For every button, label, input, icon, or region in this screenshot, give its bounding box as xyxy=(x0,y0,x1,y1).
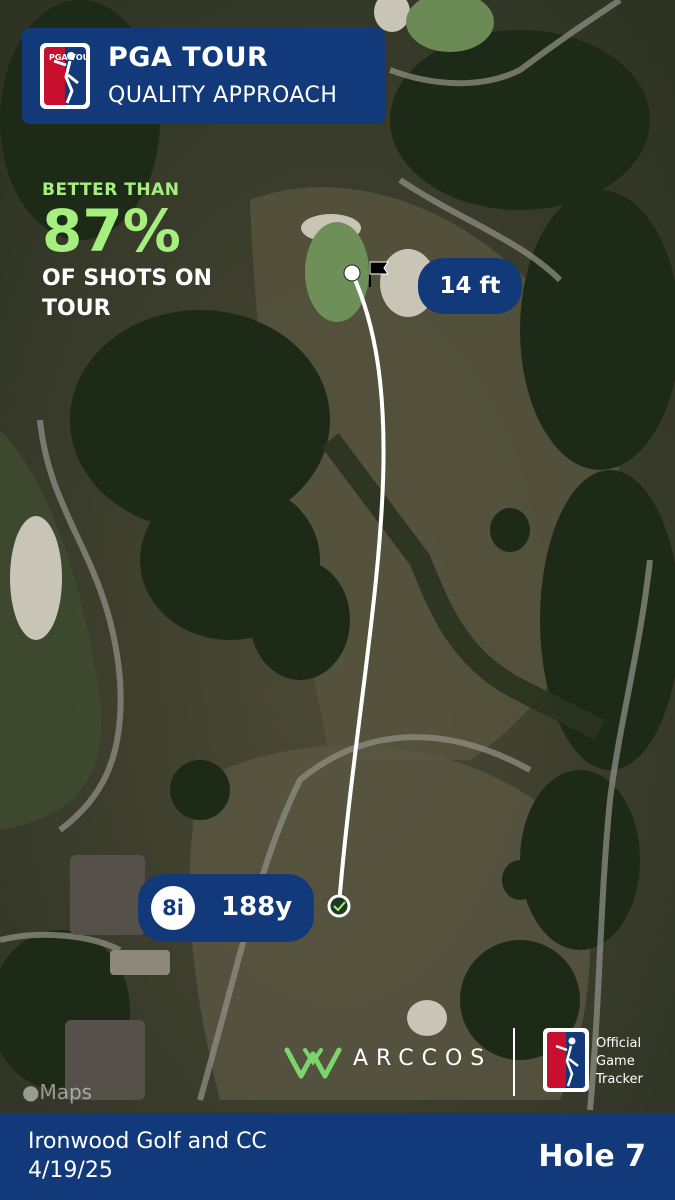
club-label: 8i xyxy=(162,896,184,920)
pga-tour-logo-icon: PGA TOUR xyxy=(40,43,90,109)
club-badge: 8i xyxy=(151,886,195,930)
apple-logo-icon: ● xyxy=(22,1080,40,1104)
pga-tour-header: PGA TOUR PGA TOUR QUALITY APPROACH xyxy=(22,28,385,124)
maps-credit: ●Maps xyxy=(22,1080,92,1104)
svg-text:PGA TOUR: PGA TOUR xyxy=(49,53,90,62)
tracker-line-3: Tracker xyxy=(596,1072,643,1087)
performance-stat: BETTER THAN 87% OF SHOTS ON TOUR xyxy=(42,180,222,324)
partner-branding: ARCCOS Official Game Tracker xyxy=(283,1028,663,1098)
tracker-line-1: Official xyxy=(596,1036,642,1051)
footer-bar: Ironwood Golf and CC 4/19/25 Hole 7 xyxy=(0,1113,675,1200)
proximity-badge: 14 ft xyxy=(418,258,522,314)
shot-distance: 188y xyxy=(221,892,293,922)
shot-card: PGA TOUR PGA TOUR QUALITY APPROACH BETTE… xyxy=(0,0,675,1200)
brand-title: PGA TOUR xyxy=(108,42,269,73)
brand-divider xyxy=(513,1028,515,1096)
pga-tour-logo-icon xyxy=(543,1028,589,1092)
stat-percent: 87% xyxy=(42,197,181,265)
hole-number: Hole 7 xyxy=(538,1139,646,1174)
round-date: 4/19/25 xyxy=(28,1158,113,1183)
shot-info-badge: 8i 188y xyxy=(138,874,314,942)
arccos-crown-icon xyxy=(284,1047,342,1079)
course-name: Ironwood Golf and CC xyxy=(28,1129,267,1154)
arccos-wordmark: ARCCOS xyxy=(353,1046,493,1071)
stat-tail: OF SHOTS ON TOUR xyxy=(42,266,212,321)
maps-credit-text: Maps xyxy=(39,1080,93,1104)
tracker-line-2: Game xyxy=(596,1054,635,1069)
card-subtitle: QUALITY APPROACH xyxy=(108,83,338,108)
proximity-label: 14 ft xyxy=(439,273,501,299)
